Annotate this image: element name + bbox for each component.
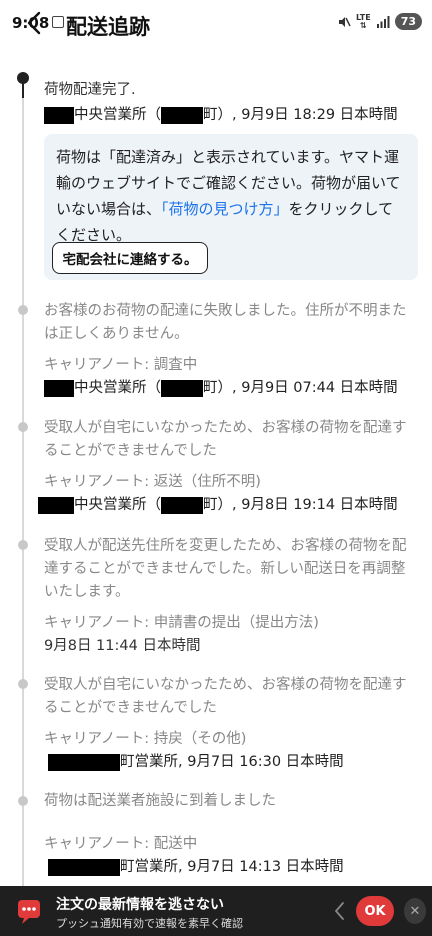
status-icons: LTE ⇅ 73 — [337, 13, 422, 30]
event-title: 受取人が自宅にいなかったため、お客様の荷物を配達することができませんでした — [44, 420, 407, 459]
event-location: 中央営業所（ 町）, 9月9日 18:29 日本時間 — [44, 104, 412, 126]
carrier-note: キャリアノート: 申請書の提出（提出方法) — [44, 615, 319, 631]
event-location: 中央営業所（ 町）, 9月8日 19:14 日本時間 — [38, 494, 412, 516]
event-location: 町営業所, 9月7日 16:30 日本時間 — [48, 751, 412, 773]
event-location: 中央営業所（ 町）, 9月9日 07:44 日本時間 — [44, 377, 412, 399]
event-title: 荷物配達完了. — [44, 82, 136, 98]
push-notification-banner: 注文の最新情報を逃さない プッシュ通知有効で速報を素早く確認 OK ✕ — [0, 886, 432, 936]
tracking-event: 受取人が配送先住所を変更したため、お客様の荷物を配達することができませんでした。… — [44, 535, 412, 657]
event-title: お客様のお荷物の配達に失敗しました。住所が不明または正しくありません。 — [44, 303, 407, 342]
banner-title: 注文の最新情報を逃さない — [56, 897, 224, 913]
timeline-dot — [18, 796, 28, 806]
back-arrow-icon[interactable] — [22, 10, 48, 36]
tracking-event: 荷物は配送業者施設に到着しました キャリアノート: 配送中 町営業所, 9月7日… — [44, 790, 412, 878]
network-type: LTE ⇅ — [355, 12, 371, 30]
redacted-block — [48, 753, 120, 771]
notification-bell-icon — [18, 900, 40, 924]
network-arrows-icon: ⇅ — [359, 20, 367, 30]
tracking-event: 受取人が自宅にいなかったため、お客様の荷物を配達することができませんでした キャ… — [44, 674, 412, 773]
page-title: 配送追跡 — [66, 15, 150, 39]
redacted-block — [161, 379, 203, 397]
timeline-dot — [18, 679, 28, 689]
redacted-block — [161, 496, 203, 514]
banner-subtitle: プッシュ通知有効で速報を素早く確認 — [56, 917, 243, 930]
tracking-event: 受取人が自宅にいなかったため、お客様の荷物を配達することができませんでした キャ… — [38, 417, 412, 516]
carrier-note: キャリアノート: 配送中 — [44, 836, 198, 852]
timeline-dot — [18, 305, 28, 315]
battery-badge: 73 — [394, 13, 422, 30]
notification-icon — [52, 16, 64, 28]
timeline-dot-current — [17, 72, 29, 84]
tracking-event: お客様のお荷物の配達に失敗しました。住所が不明または正しくありません。 キャリア… — [44, 300, 412, 399]
event-location: 町営業所, 9月7日 14:13 日本時間 — [48, 856, 412, 878]
mute-icon — [338, 16, 351, 27]
redacted-block — [38, 496, 74, 514]
find-package-link[interactable]: 「荷物の見つけ方」 — [161, 200, 289, 218]
redacted-block — [44, 106, 74, 124]
timeline-line — [22, 98, 24, 890]
redacted-block — [161, 106, 203, 124]
carrier-note: キャリアノート: 返送（住所不明) — [44, 474, 261, 490]
event-title: 受取人が自宅にいなかったため、お客様の荷物を配達することができませんでした — [44, 677, 407, 716]
close-icon[interactable]: ✕ — [404, 898, 426, 924]
tracking-event: 荷物配達完了. 中央営業所（ 町）, 9月9日 18:29 日本時間 — [44, 79, 412, 126]
signal-icon — [376, 15, 390, 28]
carrier-note: キャリアノート: 持戻（その他) — [44, 731, 247, 747]
delivered-info-box: 荷物は「配達済み」と表示されています。ヤマト運輸のウェブサイトでご確認ください。… — [44, 134, 418, 280]
info-text: 荷物は「配達済み」と表示されています。ヤマト運輸のウェブサイトでご確認ください。… — [56, 148, 401, 244]
redacted-block — [48, 858, 120, 876]
event-title: 受取人が配送先住所を変更したため、お客様の荷物を配達することができませんでした。… — [44, 538, 407, 600]
event-timestamp: 9月8日 11:44 日本時間 — [44, 638, 201, 654]
contact-carrier-button[interactable]: 宅配会社に連絡する。 — [52, 242, 208, 274]
enable-notifications-ok-button[interactable]: OK — [356, 896, 394, 926]
chevron-left-icon — [335, 902, 344, 920]
redacted-block — [44, 379, 74, 397]
timeline-dot — [18, 540, 28, 550]
event-title: 荷物は配送業者施設に到着しました — [44, 793, 276, 809]
timeline-dot — [18, 422, 28, 432]
carrier-note: キャリアノート: 調査中 — [44, 357, 198, 373]
